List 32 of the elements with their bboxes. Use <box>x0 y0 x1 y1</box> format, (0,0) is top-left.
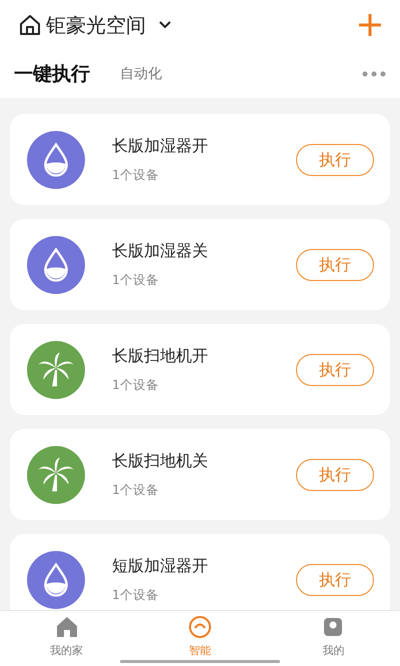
device-count: 1个设备 <box>112 271 160 290</box>
scene-name: 短版加湿器开 <box>112 555 209 578</box>
home-icon <box>54 615 79 639</box>
device-count: 1个设备 <box>112 166 160 184</box>
device-count: 1个设备 <box>112 481 160 500</box>
scene-name: 长版扫地机关 <box>112 450 209 472</box>
more-icon[interactable] <box>362 71 386 77</box>
tab[interactable]: 一键执行 <box>14 60 90 88</box>
home-icon <box>18 13 42 37</box>
scene-name: 长版加湿器关 <box>112 240 209 262</box>
smart-icon <box>188 615 212 639</box>
execute-button[interactable]: 执行 <box>296 458 374 490</box>
execute-button[interactable]: 执行 <box>296 564 374 596</box>
nav-tab[interactable]: 我的家 <box>26 611 107 660</box>
scene-card[interactable]: 长版加湿器开 1个设备 执行 <box>10 114 390 205</box>
device-count: 1个设备 <box>112 376 160 394</box>
scene-card[interactable]: 长版扫地机关 1个设备 执行 <box>10 429 390 520</box>
execute-button[interactable]: 执行 <box>296 144 374 176</box>
scene-name: 长版扫地机开 <box>112 345 209 368</box>
scene-card[interactable]: 长版扫地机开 1个设备 执行 <box>10 324 390 415</box>
device-count: 1个设备 <box>112 586 160 604</box>
add-icon[interactable] <box>358 13 382 37</box>
home-name[interactable]: 钜豪光空间 <box>46 10 146 40</box>
chevron-down-icon[interactable] <box>158 20 172 30</box>
tab[interactable]: 自动化 <box>120 64 162 84</box>
nav-tab[interactable]: 我的 <box>293 611 374 660</box>
nav-tab[interactable]: 智能 <box>160 611 240 660</box>
execute-button[interactable]: 执行 <box>296 354 374 386</box>
scene-name: 长版加湿器开 <box>112 135 209 158</box>
scene-card[interactable]: 长版加湿器关 1个设备 执行 <box>10 219 390 310</box>
execute-button[interactable]: 执行 <box>296 248 374 280</box>
scene-card[interactable]: 短版加湿器开 1个设备 执行 <box>10 534 390 610</box>
